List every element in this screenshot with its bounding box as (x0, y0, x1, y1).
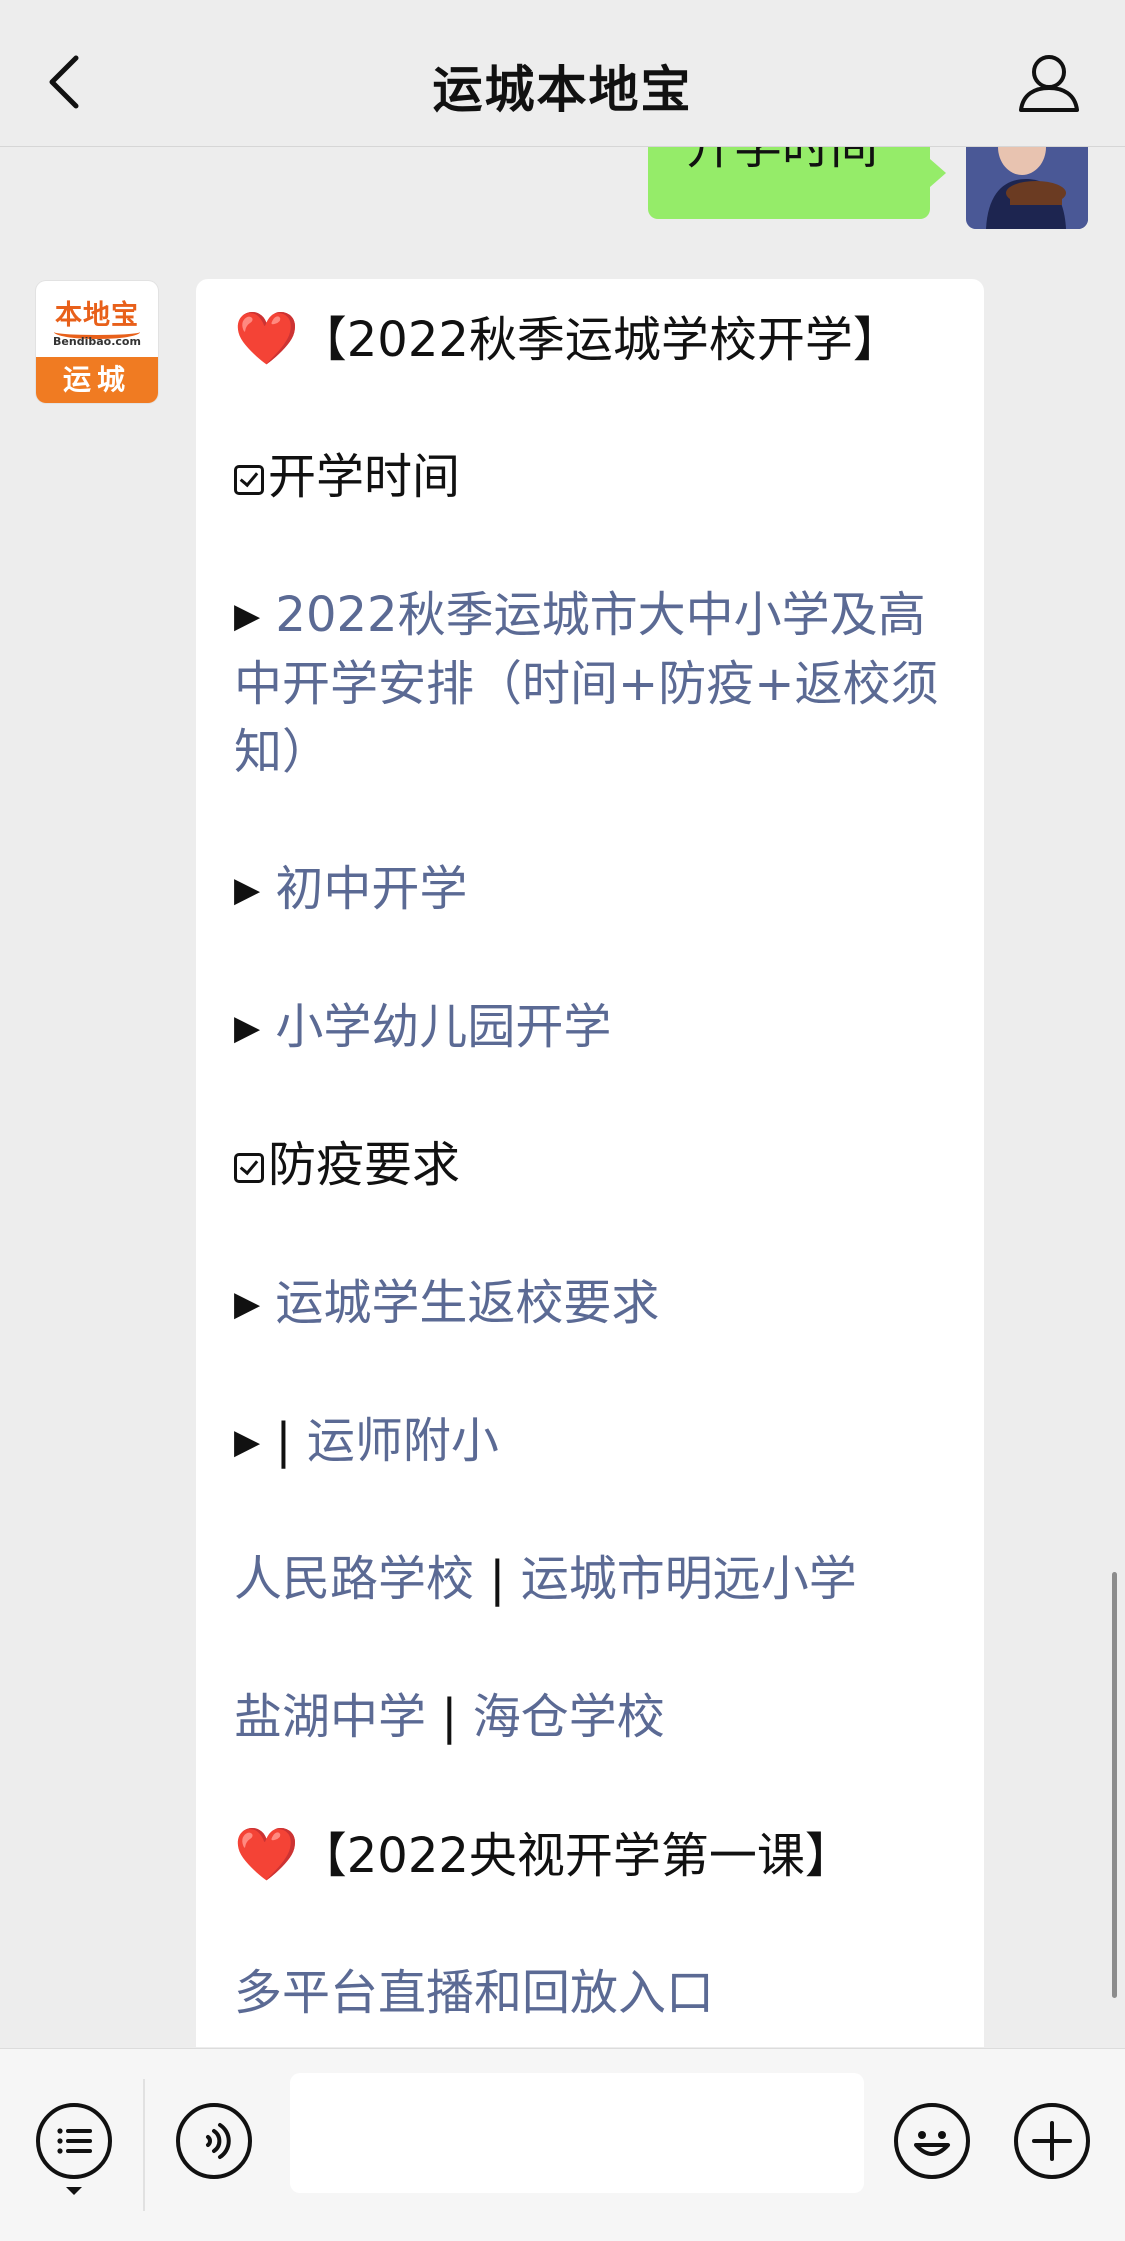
person-icon (1019, 55, 1079, 112)
profile-button[interactable] (1013, 48, 1085, 120)
voice-button[interactable] (176, 2103, 252, 2179)
list-item-arrangement: ▶ 2022秋季运城市大中小学及高中开学安排（时间+防疫+返校须知） (234, 581, 946, 786)
smile-icon (914, 2131, 950, 2156)
play-triangle-icon: ▶ (234, 870, 261, 910)
heading-autumn-school: ❤️【2022秋季运城学校开学】 (234, 305, 901, 374)
outgoing-message-text: 开学时间 (686, 147, 879, 175)
link-mingyuan-primary[interactable]: 运城市明远小学 (521, 1551, 857, 1607)
list-item-primary: ▶ 小学幼儿园开学 (234, 993, 611, 1062)
outgoing-message-bubble[interactable]: 开学时间 (648, 147, 946, 219)
menu-button[interactable] (36, 2103, 112, 2195)
play-triangle-icon: ▶ (234, 596, 261, 636)
section-epidemic-label: 防疫要求 (268, 1137, 461, 1193)
link-yunshi-fuxiao[interactable]: 运师附小 (307, 1413, 499, 1469)
official-account-avatar[interactable]: 本地宝 Bendibao.com 运城 (36, 281, 158, 403)
caret-down-icon (66, 2187, 82, 2195)
heart-icon: ❤️ (234, 309, 299, 369)
play-triangle-icon: ▶ (234, 1008, 261, 1048)
list-item-schools-3: 盐湖中学 | 海仓学校 (234, 1683, 665, 1751)
list-item-schools-2: 人民路学校 | 运城市明远小学 (234, 1545, 857, 1613)
message-input[interactable] (290, 2073, 864, 2193)
section-school-start-label: 开学时间 (268, 449, 461, 505)
heading-cctv-text: 【2022央视开学第一课】 (298, 1828, 853, 1884)
play-triangle-icon: ▶ (234, 1284, 261, 1324)
list-item-return: ▶ 运城学生返校要求 (234, 1269, 659, 1338)
link-primary-kindergarten[interactable]: 小学幼儿园开学 (275, 999, 611, 1055)
link-live-replay[interactable]: 多平台直播和回放入口 (234, 1965, 714, 2021)
heading-cctv: ❤️【2022央视开学第一课】 (234, 1821, 853, 1890)
play-triangle-icon: ▶ (234, 1422, 261, 1462)
link-junior-high[interactable]: 初中开学 (275, 861, 467, 917)
section-epidemic: 防疫要求 (234, 1131, 460, 1199)
voice-icon (206, 2123, 231, 2159)
heading-autumn-text: 【2022秋季运城学校开学】 (298, 312, 901, 368)
plus-button[interactable] (1014, 2103, 1090, 2179)
logo-url: Bendibao.com (53, 335, 141, 348)
divider (143, 2079, 145, 2211)
scrollbar[interactable] (1112, 1572, 1117, 1998)
link-school-arrangement[interactable]: 2022秋季运城市大中小学及高中开学安排（时间+防疫+返校须知） (234, 587, 938, 780)
link-return-requirements[interactable]: 运城学生返校要求 (275, 1275, 659, 1331)
section-school-start: 开学时间 (234, 443, 460, 511)
separator: | (441, 1689, 458, 1745)
link-yanhu-middle[interactable]: 盐湖中学 (234, 1689, 426, 1745)
list-item-schools: ▶ | 运师附小 (234, 1407, 499, 1476)
heart-icon: ❤️ (234, 1825, 299, 1885)
link-renminlu-school[interactable]: 人民路学校 (234, 1551, 474, 1607)
page-title: 运城本地宝 (432, 61, 693, 119)
header-bar: 运城本地宝 (0, 0, 1125, 147)
user-avatar-image (966, 147, 1088, 229)
checkbox-icon (234, 465, 264, 495)
incoming-message-bubble: ❤️【2022秋季运城学校开学】 开学时间 ▶ 2022秋季运城市大中小学及高中… (196, 279, 984, 2047)
emoji-button[interactable] (894, 2103, 970, 2179)
checkbox-icon (234, 1153, 264, 1183)
menu-list-icon (57, 2128, 92, 2154)
separator: | (489, 1551, 506, 1607)
list-item-live: 多平台直播和回放入口 (234, 1959, 714, 2027)
user-avatar[interactable] (966, 147, 1088, 229)
plus-icon (1032, 2121, 1072, 2161)
input-bar (0, 2048, 1125, 2241)
separator: | (275, 1413, 292, 1469)
logo-city: 运城 (36, 357, 158, 403)
chat-area[interactable]: 开学时间 本地宝 Bendibao.com 运城 ❤️【2022秋季运城学校开学… (0, 147, 1125, 2047)
link-haicang-school[interactable]: 海仓学校 (473, 1689, 665, 1745)
list-item-junior-high: ▶ 初中开学 (234, 855, 467, 924)
